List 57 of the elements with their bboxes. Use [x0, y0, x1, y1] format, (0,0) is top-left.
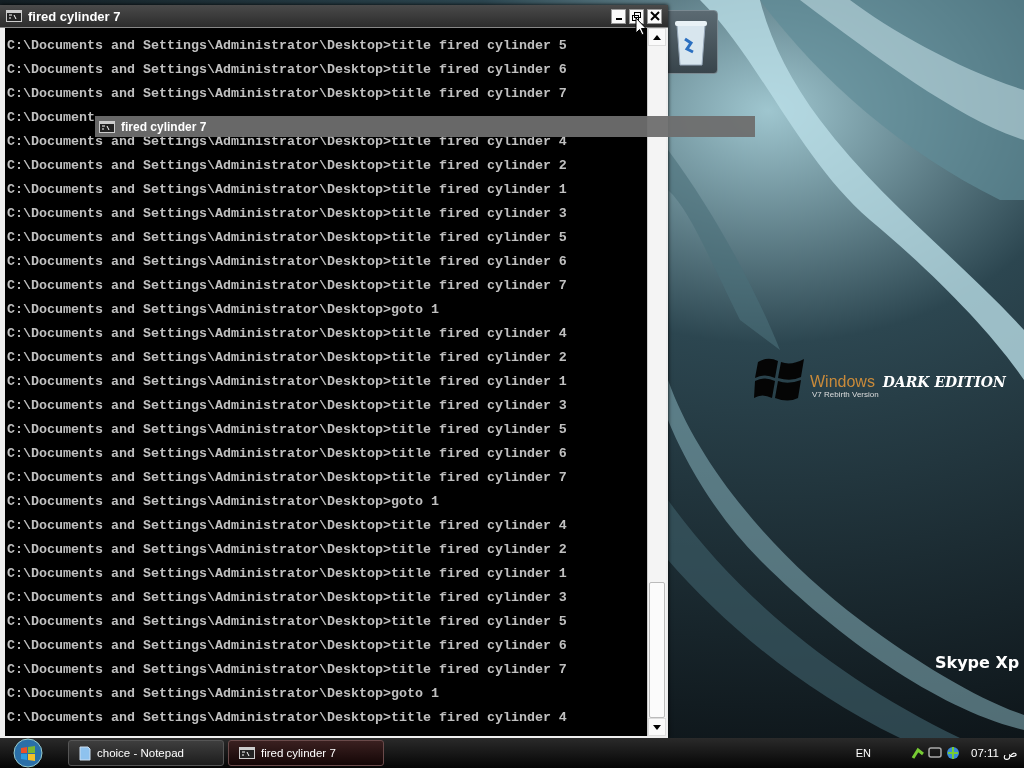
console-line: C:\Documents and Settings\Administrator\Desktop>title fired cylinder 5	[7, 421, 567, 439]
console-icon	[239, 747, 255, 759]
console-line: C:\Documents and Settings\Administrator\Desktop>title fired cylinder 1	[7, 181, 567, 199]
console-line: C:\Documents and Settings\Administrator\Desktop>title fired cylinder 7	[7, 661, 567, 679]
console-line: C:\Documents and Settings\Administrator\Desktop>title fired cylinder 7	[7, 277, 567, 295]
console-icon	[99, 120, 115, 133]
clock-period: ص	[1003, 746, 1018, 760]
console-line: C:\Documents and Settings\Administrator\Desktop>title fired cylinder 4	[7, 134, 567, 151]
restore-icon	[631, 10, 642, 22]
console-line: C:\Documents and Settings\Administrator\Desktop>title fired cylinder 6	[7, 61, 567, 79]
console-line: C:\Documents and Settings\Administrator\Desktop>title fired cylinder 3	[7, 205, 567, 223]
console-line: C:\Documents and Settings\Administrator\Desktop>title fired cylinder 1	[7, 373, 567, 391]
taskbar-button[interactable]: choice - Notepad	[68, 740, 224, 766]
scroll-thumb[interactable]	[649, 582, 665, 718]
clock-time: 07:11	[971, 747, 999, 759]
minimize-button[interactable]	[611, 8, 626, 24]
globe-icon[interactable]	[945, 745, 962, 761]
scrollbar[interactable]	[647, 28, 666, 736]
language-indicator[interactable]: EN	[855, 747, 872, 759]
speech-bubble-icon[interactable]	[927, 745, 944, 761]
console-line: C:\Documents and Settings\Administrator\Desktop>title fired cylinder 2	[7, 349, 567, 367]
console-line: C:\Documents and Settings\Administrator\Desktop>title fired cylinder 6	[7, 253, 567, 271]
console-line: C:\Documents and Settings\Administrator\Desktop>title fired cylinder 6	[7, 637, 567, 655]
close-icon	[649, 11, 660, 21]
console-line: C:\Documents and Settings\Administrator\Desktop>title fired cylinder 3	[7, 397, 567, 415]
console-line: C:\Documents and Settings\Administrator\Desktop>title fired cylinder 7	[7, 469, 567, 487]
logo-word: Windows	[810, 374, 876, 390]
scroll-up-icon[interactable]	[653, 34, 661, 40]
console-line: C:\Documents and Settings\Administrator\Desktop>title fired cylinder 5	[7, 613, 567, 631]
console-line: C:\Documents and Settings\Administrator\Desktop>title fired cylinder 3	[7, 589, 567, 607]
console-line: C:\Documents and Settings\Administrator\Desktop>goto 1	[7, 493, 439, 511]
logo-edition: DARK EDITION	[882, 374, 1006, 390]
console-line: C:\Documents and Settings\Administrator\Desktop>title fired cylinder 7	[7, 85, 567, 103]
start-button[interactable]	[12, 738, 44, 768]
scroll-down-icon[interactable]	[653, 724, 661, 730]
console-line: C:\Documents and Settings\Administrator\Desktop>title fired cylinder 2	[7, 157, 567, 175]
console-line: C:\Documents and Settings\Administrator\Desktop>title fired cylinder 4	[7, 325, 567, 343]
console-icon	[6, 10, 22, 22]
taskbar-button[interactable]: fired cylinder 7	[228, 740, 384, 766]
logo-subtitle: V7 Rebirth Version	[812, 390, 879, 399]
console-line: C:\Document	[7, 109, 95, 127]
console-line: C:\Documents and Settings\Administrator\Desktop>title fired cylinder 1	[7, 565, 567, 583]
console-line: C:\Documents and Settings\Administrator\Desktop>title fired cylinder 5	[7, 229, 567, 247]
console-line: C:\Documents and Settings\Administrator\Desktop>title fired cylinder 4	[7, 517, 567, 535]
close-button[interactable]	[647, 8, 662, 24]
console-line: C:\Documents and Settings\Administrator\Desktop>title fired cylinder 2	[7, 541, 567, 559]
minimize-icon	[615, 18, 622, 20]
console-line: C:\Documents and Settings\Administrator\Desktop>title fired cylinder 4	[7, 709, 567, 727]
console-line: C:\Documents and Settings\Administrator\Desktop>goto 1	[7, 685, 439, 703]
window-title: fired cylinder 7	[28, 8, 122, 24]
notepad-icon	[79, 745, 91, 761]
console-line: C:\Documents and Settings\Administrator\Desktop>goto 1	[7, 301, 439, 319]
network-icon[interactable]	[911, 746, 926, 760]
console-line: C:\Documents and Settings\Administrator\Desktop>title fired cylinder 6	[7, 445, 567, 463]
desktop-caption: Skype Xp	[935, 653, 1020, 672]
console-line: C:\Documents and Settings\Administrator\Desktop>title fired cylinder 5	[7, 37, 567, 55]
dragged-window-title: fired cylinder 7	[121, 119, 207, 134]
